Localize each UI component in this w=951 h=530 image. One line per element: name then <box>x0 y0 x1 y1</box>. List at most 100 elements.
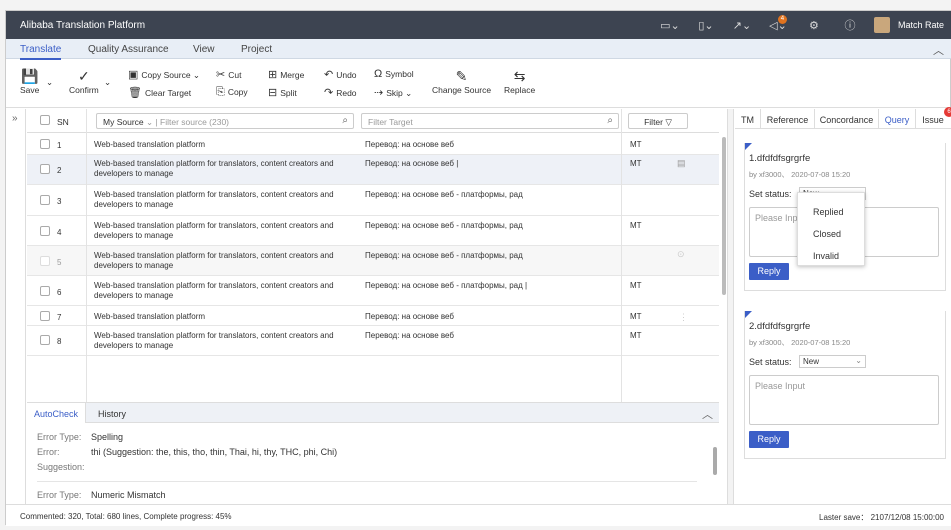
replace-icon: ⇆ <box>513 68 526 84</box>
document-icon[interactable]: ▭⌄ <box>652 11 688 39</box>
row-target[interactable]: Перевод: на основе веб <box>365 140 635 150</box>
table-row[interactable]: 2 Web-based translation platform for tra… <box>27 155 719 185</box>
chevron-up-icon[interactable]: ︿ <box>933 42 944 58</box>
user-menu[interactable]: Match Rate <box>868 17 951 33</box>
title-bar: Alibaba Translation Platform ▭⌄ ▯⌄ ↗⌄ ◁⌄… <box>6 11 951 39</box>
cut-button[interactable]: ✂ Cut <box>216 68 241 81</box>
row-checkbox[interactable] <box>40 256 50 266</box>
more-icon[interactable]: ⋮ <box>679 312 688 323</box>
row-checkbox[interactable] <box>40 139 50 149</box>
tab-issue[interactable]: Issue 6 <box>916 107 951 129</box>
replace-button[interactable]: ⇆ Replace <box>504 68 535 95</box>
table-row[interactable]: 5 Web-based translation platform for tra… <box>27 246 719 276</box>
tab-history[interactable]: History <box>98 409 126 419</box>
option-closed[interactable]: Closed <box>813 229 841 239</box>
double-chevron-right-icon[interactable]: » <box>12 113 18 124</box>
row-target[interactable]: Перевод: на основе веб - платформы, рад <box>365 221 635 231</box>
source-select[interactable]: My Source <box>103 117 144 127</box>
note-icon[interactable]: ▤ <box>677 158 686 169</box>
save-button[interactable]: 💾 Save <box>20 68 39 95</box>
tab-quality-assurance[interactable]: Quality Assurance <box>88 44 169 55</box>
tab-query[interactable]: Query <box>879 109 916 129</box>
row-checkbox[interactable] <box>40 286 50 296</box>
row-target[interactable]: Перевод: на основе веб - платформы, рад … <box>365 281 635 291</box>
notification-icon[interactable]: ◁⌄ 4 <box>760 11 796 39</box>
undo-button[interactable]: ↶ Undo <box>324 68 357 81</box>
tab-translate[interactable]: Translate <box>20 44 62 60</box>
merge-button[interactable]: ⊞ Merge <box>268 68 304 81</box>
table-row[interactable]: 8 Web-based translation platform for tra… <box>27 326 719 356</box>
copy-source-button[interactable]: ▣ Copy Source ⌄ <box>128 68 200 81</box>
skip-button[interactable]: ⇢ Skip ⌄ <box>374 86 412 99</box>
clear-target-button[interactable]: 🗑 Clear Target <box>128 86 191 99</box>
query-meta: by xf3000、 2020-07-08 15:20 <box>749 170 851 179</box>
table-row[interactable]: 6 Web-based translation platform for tra… <box>27 276 719 306</box>
table-row[interactable]: 4 Web-based translation platform for tra… <box>27 216 719 246</box>
save-icon: 💾 <box>20 68 39 84</box>
row-mt: MT <box>630 159 642 168</box>
error-type-label: Error Type: <box>37 432 82 442</box>
row-source: Web-based translation platform for trans… <box>94 251 334 270</box>
copy-button[interactable]: ⎘ Copy <box>216 86 248 99</box>
option-invalid[interactable]: Invalid <box>813 251 839 261</box>
gear-icon[interactable]: ⚙ <box>796 11 832 39</box>
app-window: Alibaba Translation Platform ▭⌄ ▯⌄ ↗⌄ ◁⌄… <box>5 10 951 526</box>
scrollbar[interactable] <box>713 447 717 475</box>
row-target[interactable]: Перевод: на основе веб <box>365 331 635 341</box>
table-row[interactable]: 3 Web-based translation platform for tra… <box>27 185 719 216</box>
chevron-down-icon[interactable]: ⌄ <box>104 77 111 88</box>
tab-concordance[interactable]: Concordance <box>815 109 879 129</box>
row-checkbox[interactable] <box>40 226 50 236</box>
redo-button[interactable]: ↷ Redo <box>324 86 357 99</box>
row-checkbox[interactable] <box>40 335 50 345</box>
scrollbar[interactable] <box>722 137 726 295</box>
export-icon[interactable]: ↗⌄ <box>724 11 760 39</box>
filter-target-input[interactable]: Filter Target ⌕ <box>361 113 619 129</box>
suggestion-label: Suggestion: <box>37 462 85 472</box>
tab-autocheck[interactable]: AutoCheck <box>27 403 87 423</box>
reply-button[interactable]: Reply <box>749 431 789 448</box>
row-checkbox[interactable] <box>40 164 50 174</box>
copy-icon: ⎘ <box>216 86 225 98</box>
tab-project[interactable]: Project <box>241 44 272 55</box>
symbol-button[interactable]: Ω Symbol <box>374 68 414 80</box>
table-row[interactable]: 7 Web-based translation platform Перевод… <box>27 306 719 326</box>
row-checkbox[interactable] <box>40 311 50 321</box>
table-row[interactable]: 1 Web-based translation platform Перевод… <box>27 134 719 155</box>
query-title: 2.dfdfdfsgrgrfe <box>749 321 811 332</box>
confirm-button[interactable]: ✓ Confirm <box>69 68 99 95</box>
panel-splitter[interactable] <box>727 109 734 504</box>
right-panel: TM Reference Concordance Query Issue 6 1.… <box>735 107 951 504</box>
undo-icon: ↶ <box>324 69 334 81</box>
chevron-up-icon[interactable]: ︿ <box>702 406 713 422</box>
reply-button[interactable]: Reply <box>749 263 789 280</box>
reply-input[interactable]: Please Input <box>749 375 939 425</box>
row-target[interactable]: Перевод: на основе веб <box>365 312 635 322</box>
left-gutter: » <box>6 109 26 504</box>
filter-button[interactable]: Filter ▽ <box>628 113 688 129</box>
query-meta: by xf3000、 2020-07-08 15:20 <box>749 338 851 347</box>
split-button[interactable]: ⊟ Split <box>268 86 297 99</box>
tab-reference[interactable]: Reference <box>761 109 815 129</box>
chevron-down-icon[interactable]: ⌄ <box>46 77 53 88</box>
row-target[interactable]: Перевод: на основе веб - платформы, рад <box>365 190 635 200</box>
row-checkbox[interactable] <box>40 195 50 205</box>
row-target[interactable]: Перевод: на основе веб | <box>365 159 635 169</box>
row-source: Web-based translation platform <box>94 140 206 149</box>
search-icon[interactable]: ⌕ <box>342 115 348 126</box>
row-mt: MT <box>630 312 642 321</box>
select-all-checkbox[interactable] <box>40 115 50 125</box>
search-icon[interactable]: ⌕ <box>607 115 613 126</box>
redo-icon: ↷ <box>324 87 334 99</box>
tab-tm[interactable]: TM <box>735 109 761 129</box>
set-status-label: Set status: <box>749 357 792 367</box>
filter-source-input[interactable]: Filter source (230) <box>160 117 229 127</box>
tab-view[interactable]: View <box>193 44 215 55</box>
status-select[interactable]: New⌄ <box>799 355 866 368</box>
file-icon[interactable]: ▯⌄ <box>688 11 724 39</box>
change-source-button[interactable]: ✎ Change Source <box>432 68 491 95</box>
row-source: Web-based translation platform for trans… <box>94 190 334 209</box>
help-icon[interactable]: ⓘ <box>832 11 868 39</box>
row-target[interactable]: Перевод: на основе веб - платформы, рад <box>365 251 635 261</box>
option-replied[interactable]: Replied <box>813 207 844 217</box>
